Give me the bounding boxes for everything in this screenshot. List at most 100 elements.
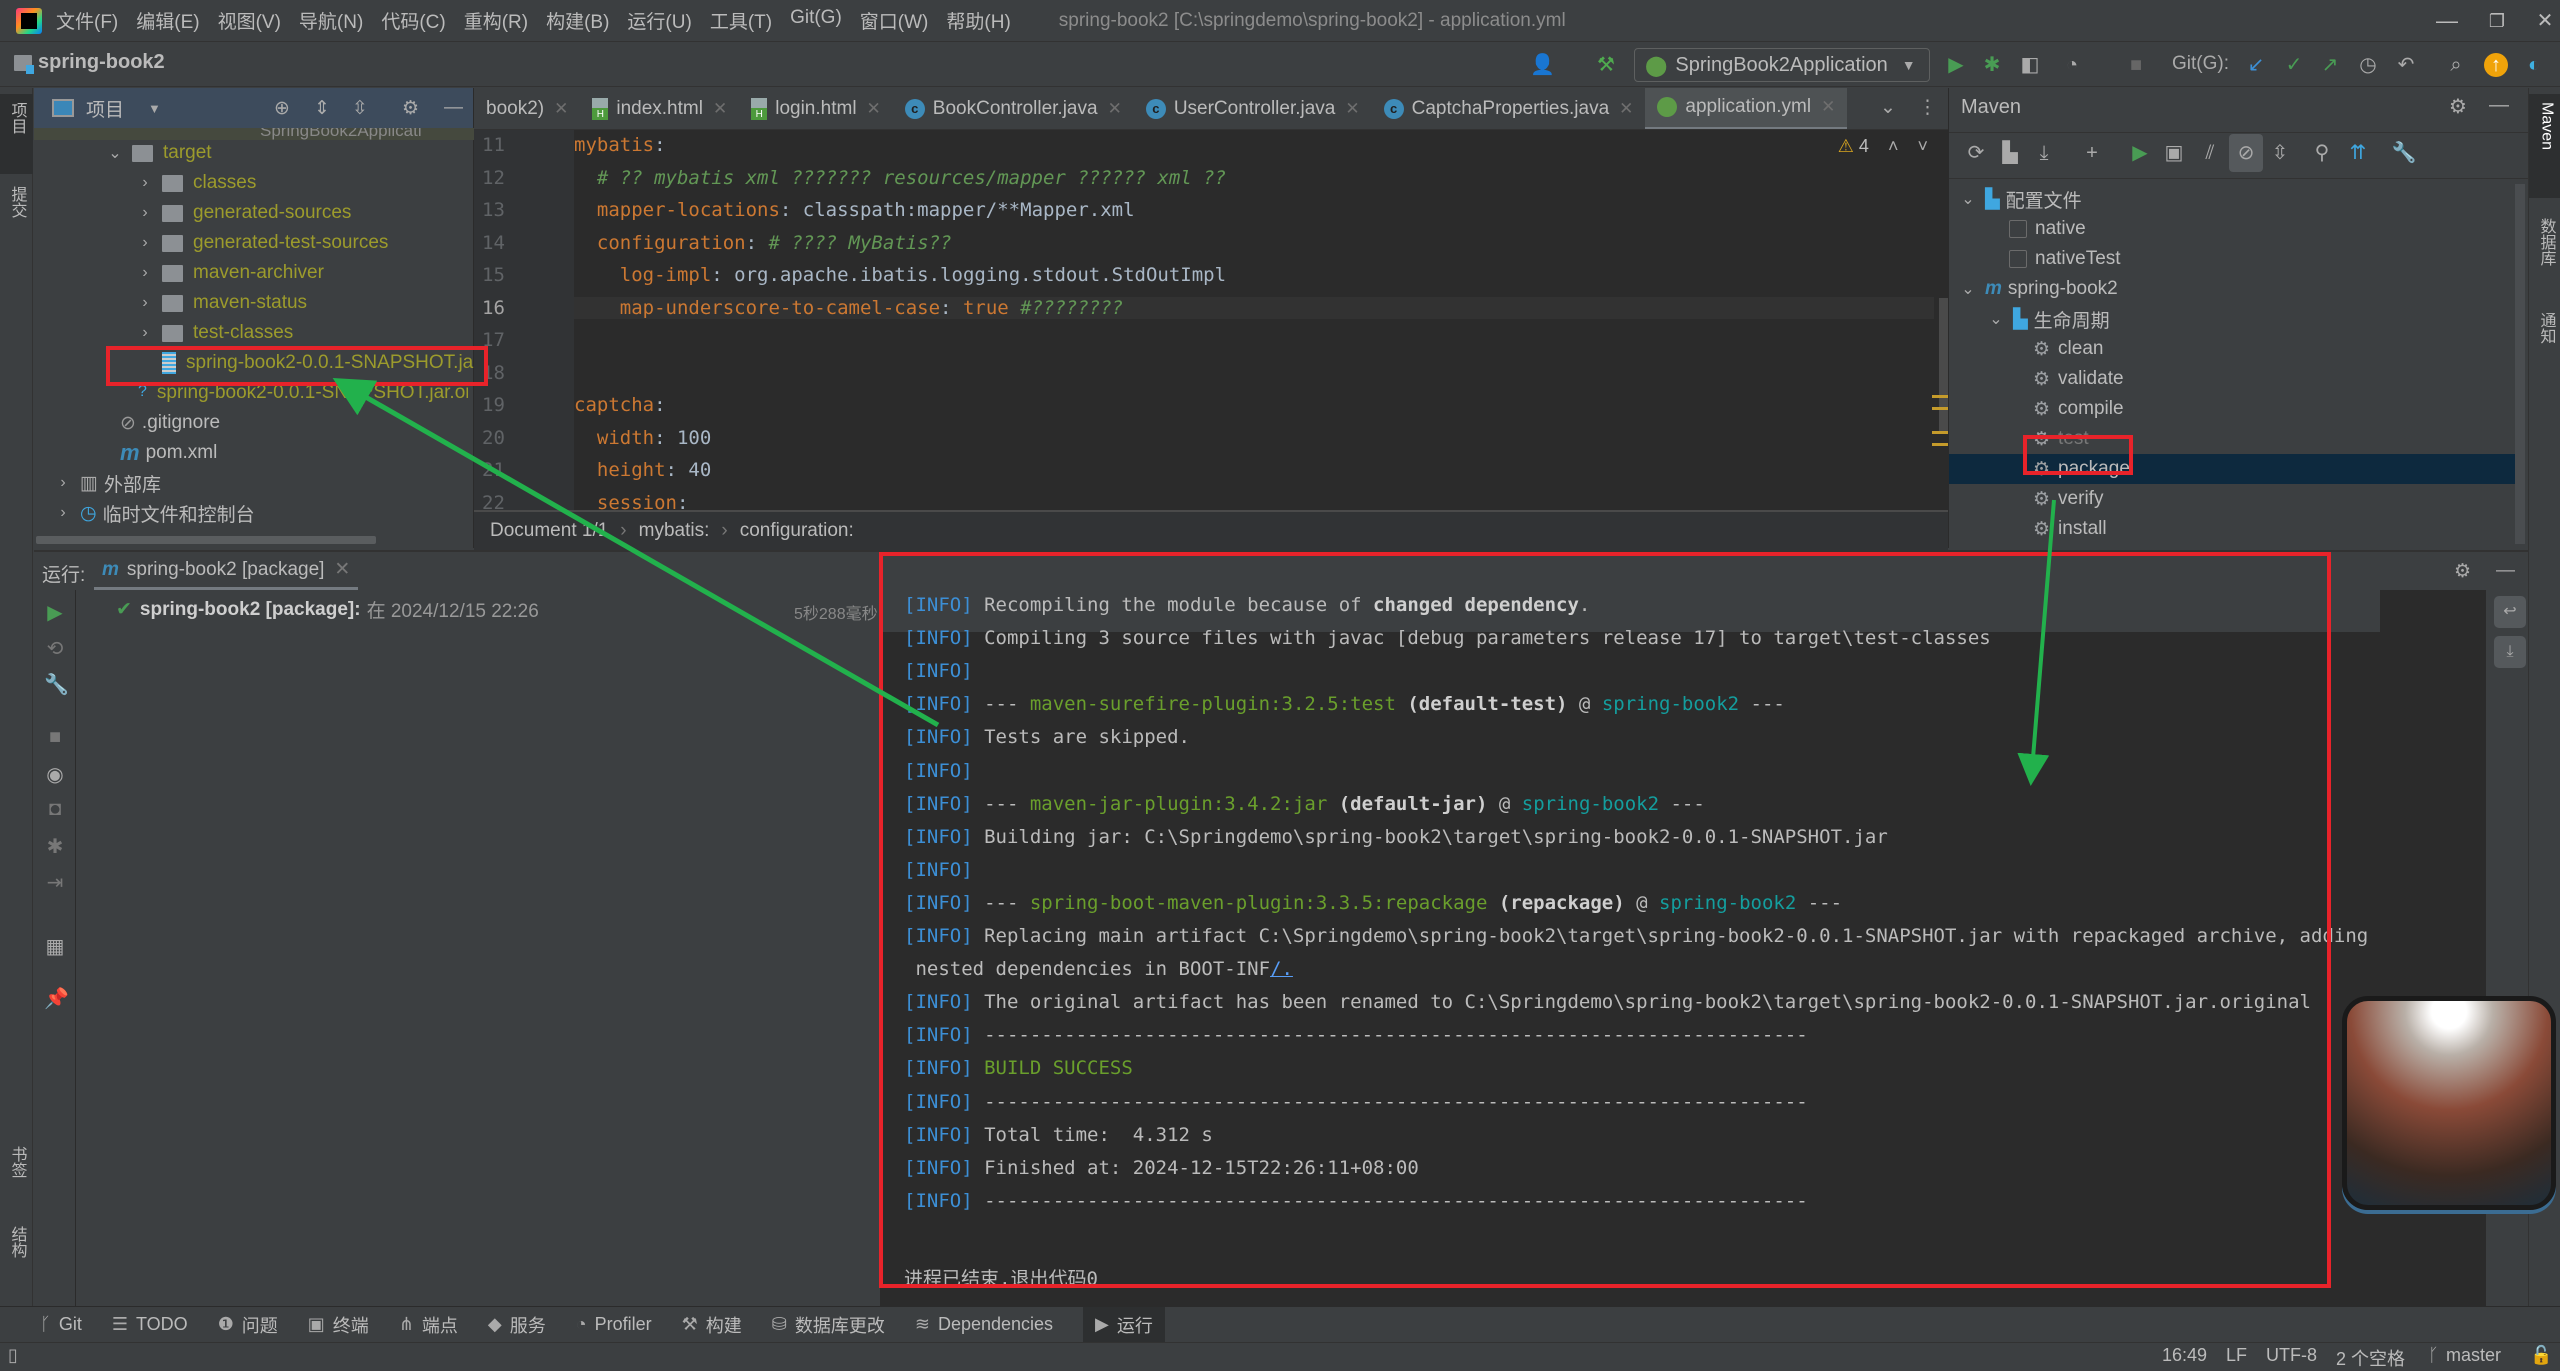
project-tree-item[interactable]: › classes bbox=[138, 168, 256, 198]
maven-tree-item[interactable]: native bbox=[2009, 214, 2086, 244]
menu-item[interactable]: 代码(C) bbox=[381, 7, 445, 34]
project-tree-item[interactable]: ? spring-book2-0.0.1-SNAPSHOT.jar.origina… bbox=[138, 378, 468, 408]
search-icon[interactable]: ⌕ bbox=[2444, 53, 2468, 77]
debug-icon[interactable]: ✱ bbox=[1980, 53, 2004, 77]
camera-icon[interactable]: ◘ bbox=[44, 798, 66, 820]
menu-item[interactable]: 窗口(W) bbox=[860, 7, 929, 34]
stripe-tab-project[interactable]: 项目 bbox=[0, 94, 33, 174]
soft-wrap-icon[interactable]: ↩ bbox=[2494, 596, 2526, 628]
stripe-tab-notifications[interactable]: 通知 bbox=[2529, 304, 2560, 384]
project-tree-item[interactable]: › ▥ 外部库 bbox=[56, 468, 161, 498]
console-output[interactable]: [INFO] Recompiling the module because of… bbox=[880, 590, 2486, 1312]
project-tree-item[interactable]: › maven-archiver bbox=[138, 258, 324, 288]
close-button[interactable]: ✕ bbox=[2530, 6, 2560, 36]
toggle-offline-icon[interactable]: ⫽ bbox=[2193, 134, 2227, 172]
skip-tests-icon[interactable]: ⊘ bbox=[2229, 134, 2263, 172]
wrench-icon[interactable]: 🔧 bbox=[2387, 134, 2421, 172]
run-result-row[interactable]: ✔ spring-book2 [package]: 在 2024/12/15 2… bbox=[116, 596, 539, 623]
pin-icon[interactable]: 📌 bbox=[44, 986, 69, 1010]
code-line[interactable]: height: 40 bbox=[574, 459, 711, 481]
locate-icon[interactable]: ⊕ bbox=[274, 97, 290, 120]
project-tree-item[interactable]: › ◷ 临时文件和控制台 bbox=[56, 498, 254, 528]
chevron-down-icon[interactable]: ▼ bbox=[148, 101, 161, 116]
editor-scrollbar[interactable] bbox=[1939, 298, 1948, 434]
scroll-to-end-icon[interactable]: ⤓ bbox=[2494, 636, 2526, 668]
stripe-tab-maven[interactable]: Maven bbox=[2529, 94, 2560, 198]
chevron-down-icon[interactable]: ⌄ bbox=[1961, 279, 1975, 299]
maven-tree-item[interactable]: ⚙ test bbox=[2033, 424, 2089, 454]
breadcrumb-item[interactable]: Document 1/1 bbox=[490, 520, 608, 542]
eye-icon[interactable]: ◉ bbox=[44, 762, 66, 786]
editor-tab[interactable]: book2) ✕ bbox=[474, 88, 580, 129]
stop-icon[interactable]: ■ bbox=[44, 726, 66, 748]
menu-item[interactable]: 视图(V) bbox=[218, 7, 281, 34]
horizontal-scrollbar[interactable] bbox=[36, 536, 376, 544]
close-tab-icon[interactable]: ✕ bbox=[1821, 97, 1835, 117]
project-tree-item[interactable]: › generated-sources bbox=[138, 198, 351, 228]
close-tab-icon[interactable]: ✕ bbox=[1108, 99, 1122, 119]
chevron-right-icon[interactable]: › bbox=[56, 504, 70, 522]
prev-highlight-icon[interactable]: ˄ bbox=[1888, 136, 1899, 156]
maximize-button[interactable]: ❐ bbox=[2482, 6, 2512, 36]
maven-tree-item[interactable]: ⚙ clean bbox=[2033, 334, 2103, 364]
chevron-down-icon[interactable]: ⌄ bbox=[1961, 189, 1975, 209]
menu-item[interactable]: 重构(R) bbox=[464, 7, 528, 34]
layout-toggle-icon[interactable]: ▯ bbox=[8, 1345, 18, 1366]
gear-icon[interactable]: ⚙ bbox=[402, 97, 419, 120]
coverage-icon[interactable]: ◧ bbox=[2018, 53, 2042, 77]
menu-item[interactable]: 导航(N) bbox=[299, 7, 363, 34]
menu-item[interactable]: 文件(F) bbox=[56, 7, 118, 34]
menu-item[interactable]: 编辑(E) bbox=[136, 7, 199, 34]
maven-tree-item[interactable]: ⚙ verify bbox=[2033, 484, 2103, 514]
update-icon[interactable]: ↑ bbox=[2484, 53, 2508, 77]
git-push-icon[interactable]: ↗ bbox=[2318, 53, 2342, 77]
run-tab[interactable]: m spring-book2 [package] ✕ bbox=[94, 552, 359, 590]
reload-icon[interactable]: ⟳ bbox=[1959, 134, 1993, 172]
history-icon[interactable]: ◷ bbox=[2356, 53, 2380, 77]
code-line[interactable]: map-underscore-to-camel-case: true #????… bbox=[574, 296, 1934, 319]
breadcrumb-item[interactable]: mybatis: bbox=[639, 520, 710, 542]
project-tree-item[interactable]: ⌄ target bbox=[108, 138, 211, 168]
stripe-tab-commit[interactable]: 提交 bbox=[0, 178, 33, 248]
editor-tab[interactable]: Hindex.html ✕ bbox=[580, 88, 739, 129]
maven-tree-item[interactable]: ⌄ ▙ 配置文件 bbox=[1961, 184, 2081, 214]
tool-window-button[interactable]: ❶ 问题 bbox=[218, 1307, 278, 1343]
code-line[interactable]: width: 100 bbox=[574, 427, 711, 449]
maven-tree-item[interactable]: ⚙ validate bbox=[2033, 364, 2124, 394]
download-icon[interactable]: ⤓ bbox=[2027, 134, 2061, 172]
debug-icon[interactable]: ✱ bbox=[44, 834, 66, 858]
project-tree-item[interactable]: ⊘ .gitignore bbox=[96, 408, 220, 438]
indent-setting[interactable]: 2 个空格 bbox=[2336, 1345, 2405, 1371]
chevron-right-icon[interactable]: › bbox=[138, 264, 152, 282]
close-tab-icon[interactable]: ✕ bbox=[1345, 99, 1359, 119]
maven-tree-item[interactable]: ⚙ package bbox=[1949, 454, 2515, 484]
import-icon[interactable]: ⇥ bbox=[44, 870, 66, 894]
git-update-icon[interactable]: ↙ bbox=[2244, 53, 2268, 77]
rollback-icon[interactable]: ↶ bbox=[2394, 53, 2418, 77]
code-line[interactable]: configuration: # ???? MyBatis?? bbox=[574, 232, 952, 254]
profile-checkbox[interactable] bbox=[2009, 250, 2027, 268]
gear-icon[interactable]: ⚙ bbox=[2449, 94, 2467, 119]
menu-item[interactable]: 帮助(H) bbox=[946, 7, 1010, 34]
editor-tab[interactable]: c BookController.java ✕ bbox=[893, 88, 1134, 129]
tool-window-button[interactable]: ⋔ 端点 bbox=[399, 1307, 458, 1343]
warning-marker[interactable] bbox=[1932, 407, 1948, 410]
hide-icon[interactable]: — bbox=[2489, 94, 2509, 117]
chevron-right-icon[interactable]: › bbox=[138, 324, 152, 342]
menu-item[interactable]: 构建(B) bbox=[546, 7, 609, 34]
chevron-right-icon[interactable]: › bbox=[138, 234, 152, 252]
minimize-button[interactable]: — bbox=[2432, 6, 2462, 36]
collapse-all-icon[interactable]: ⇳ bbox=[352, 97, 368, 120]
rerun-failed-icon[interactable]: ⟲ bbox=[44, 636, 66, 660]
project-tree-item[interactable]: › test-classes bbox=[138, 318, 293, 348]
warning-marker[interactable] bbox=[1932, 443, 1948, 446]
show-deps-icon[interactable]: ⇈ bbox=[2341, 134, 2375, 172]
maven-tree-item[interactable]: ⚙ install bbox=[2033, 514, 2107, 544]
maven-tree-item[interactable]: ⌄ ▙ 生命周期 bbox=[1989, 304, 2109, 334]
user-icon[interactable]: 👤 bbox=[1530, 53, 1555, 77]
menu-item[interactable]: Git(G) bbox=[790, 7, 842, 34]
gear-icon[interactable]: ⚙ bbox=[2454, 560, 2471, 583]
editor-tab[interactable]: Hlogin.html ✕ bbox=[739, 88, 893, 129]
run-icon[interactable]: ▶ bbox=[1944, 53, 1968, 77]
file-encoding[interactable]: UTF-8 bbox=[2266, 1345, 2317, 1366]
